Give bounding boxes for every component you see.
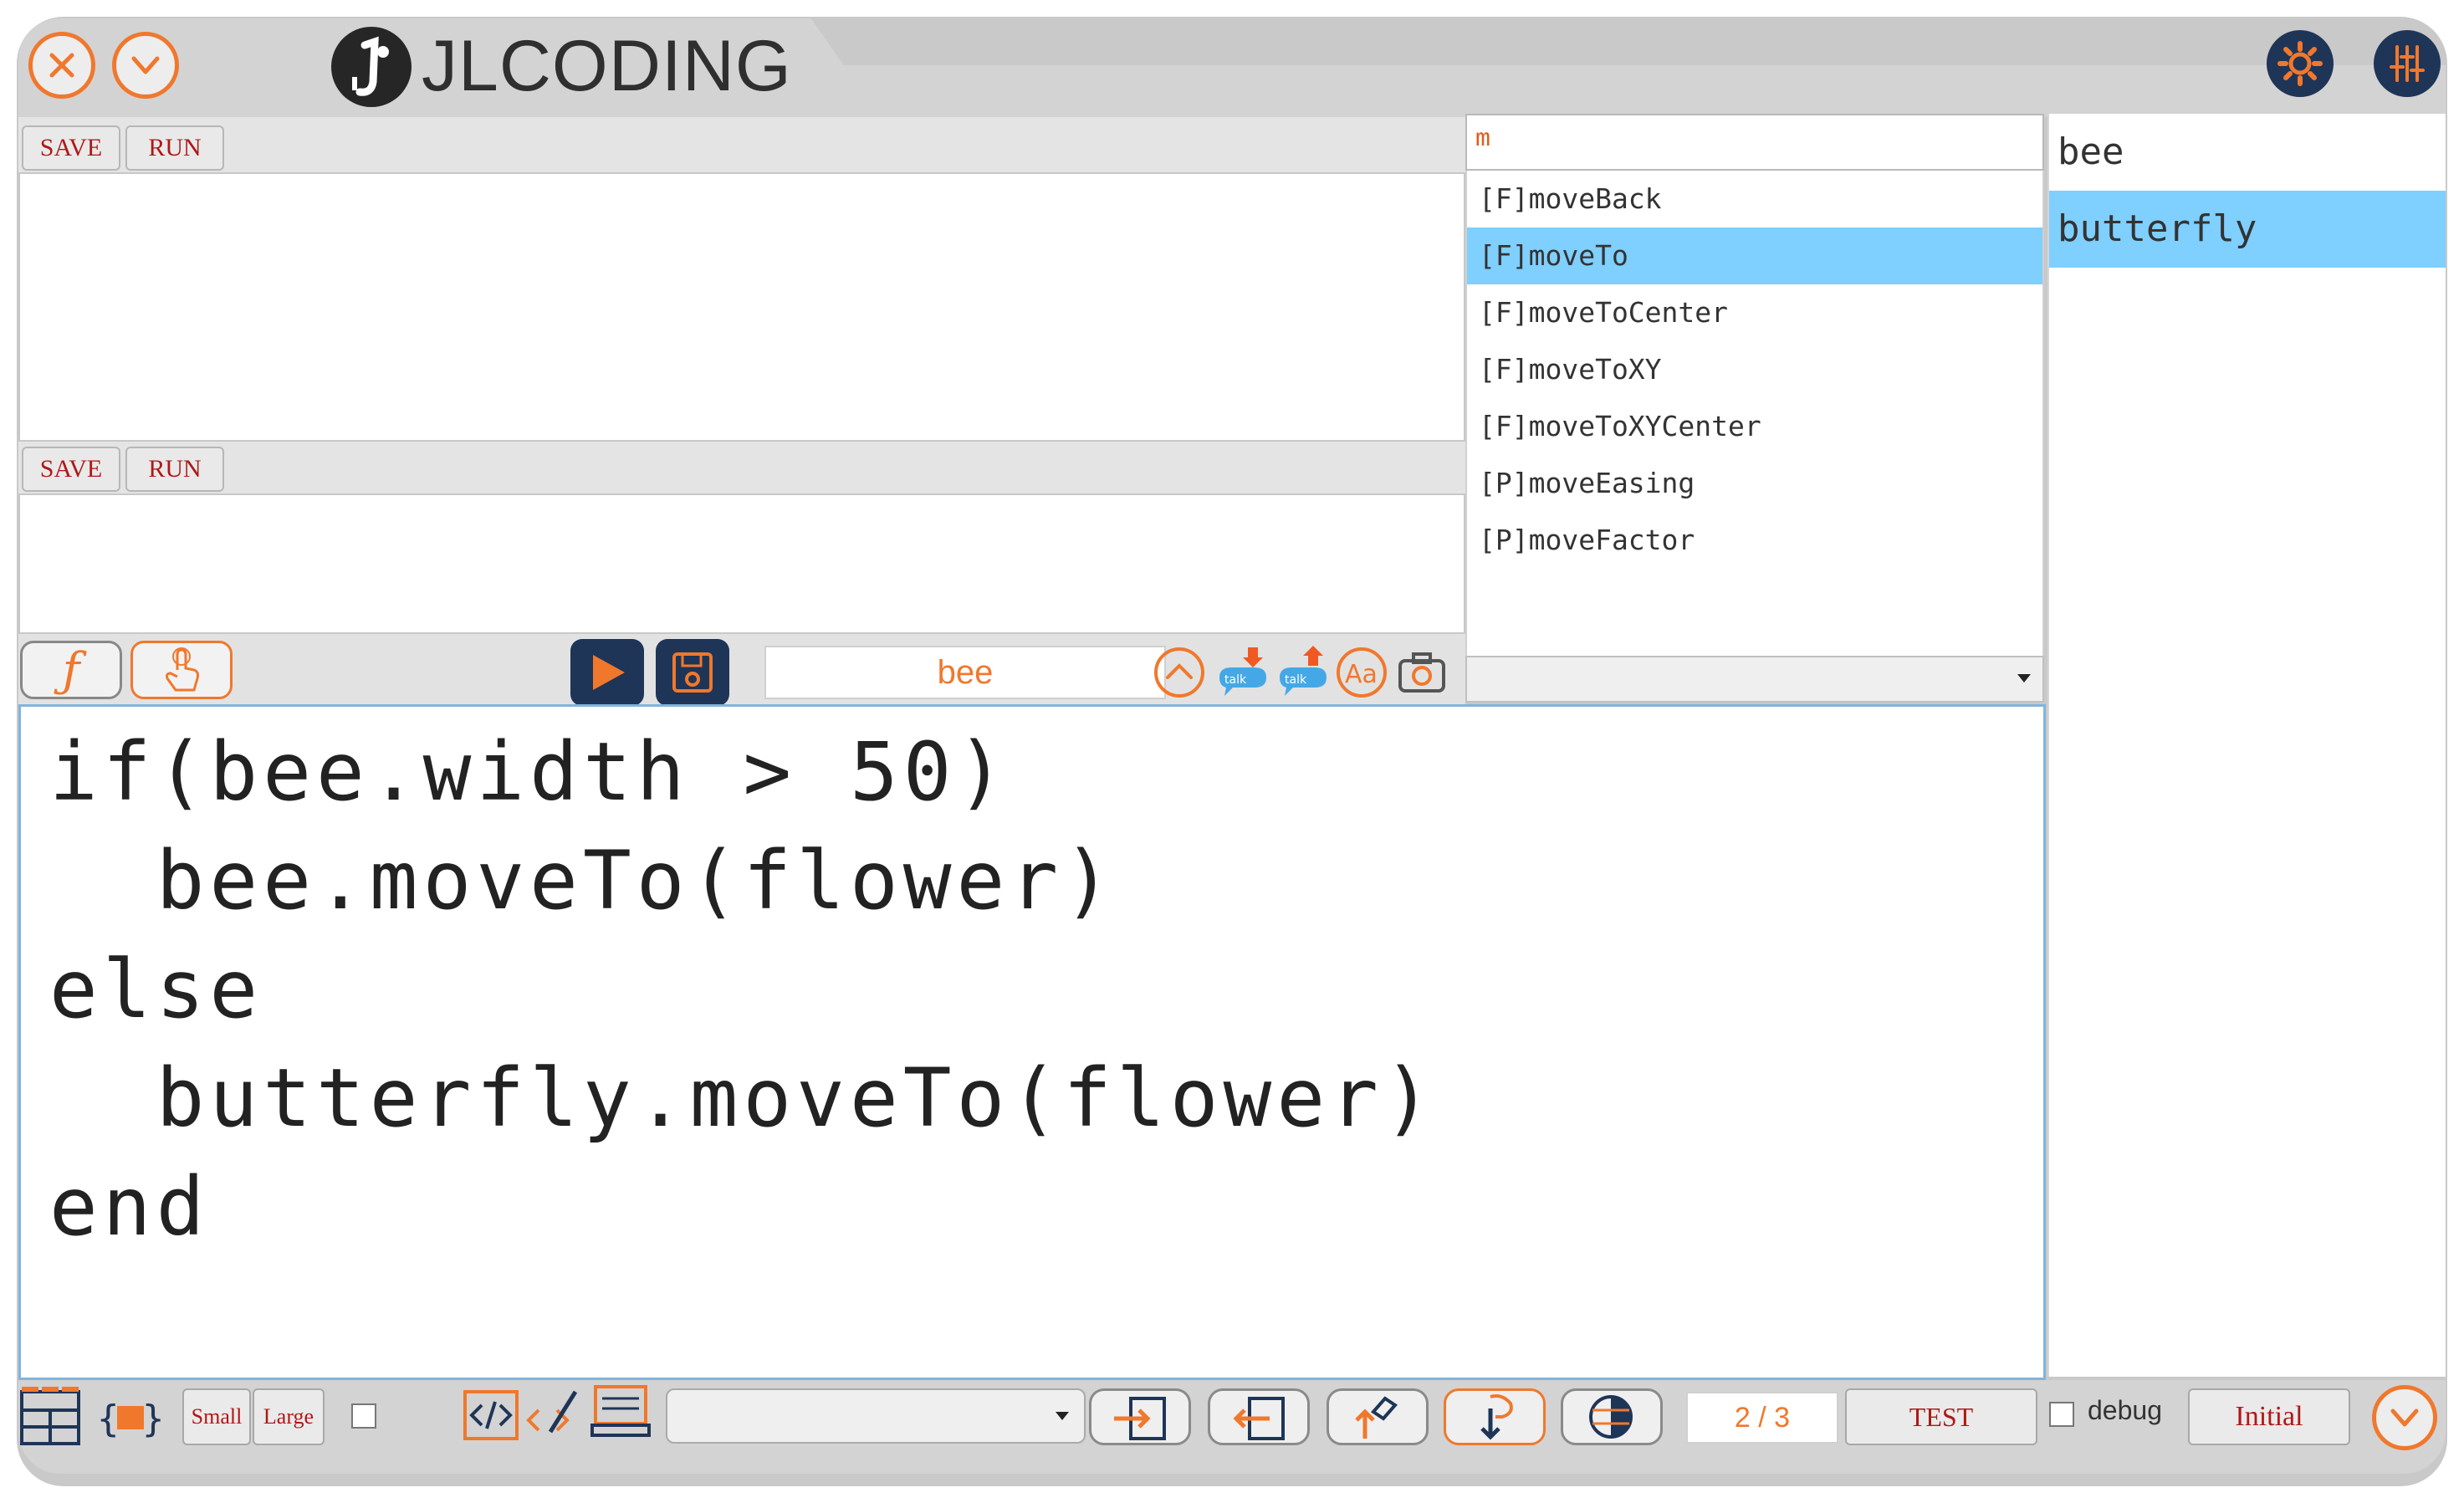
save-icon xyxy=(672,652,713,693)
initial-button[interactable]: Initial xyxy=(2188,1388,2350,1445)
font-icon: Aa xyxy=(1337,647,1387,698)
sliders-icon xyxy=(2390,45,2425,82)
chevron-down-icon xyxy=(131,56,160,74)
talk-label: talk xyxy=(1224,673,1247,687)
debug-label: debug xyxy=(2088,1395,2162,1425)
talk-down-icon: talk xyxy=(1219,647,1266,696)
bottom-select[interactable] xyxy=(666,1388,1086,1444)
dropdown-arrow-icon xyxy=(1056,1412,1069,1420)
code-line: if(bee.width > 50) xyxy=(49,725,1010,819)
layout-button[interactable] xyxy=(18,1385,82,1449)
autocomplete-item[interactable]: [P]moveFactor xyxy=(1467,512,2042,569)
debug-checkbox[interactable] xyxy=(2049,1402,2074,1427)
autocomplete-item[interactable]: [F]moveToXY xyxy=(1467,341,2042,398)
autocomplete-item-selected[interactable]: [F]moveTo xyxy=(1467,227,2042,284)
close-icon xyxy=(49,53,74,78)
screen-button[interactable] xyxy=(589,1382,652,1445)
code-editor[interactable]: if(bee.width > 50) bee.moveTo(flower) el… xyxy=(18,704,2046,1380)
object-item[interactable]: bee xyxy=(2049,114,2446,191)
page-indicator: 2 / 3 xyxy=(1686,1392,1838,1444)
panel-2-editor[interactable] xyxy=(18,493,1465,634)
scroll-up-button[interactable] xyxy=(1153,646,1206,699)
app-title: JLCODING xyxy=(422,26,792,106)
camera-icon xyxy=(1398,652,1445,693)
export-button[interactable] xyxy=(1208,1388,1310,1445)
function-icon: ƒ xyxy=(62,642,80,698)
dropdown-arrow-icon xyxy=(2017,674,2031,682)
code-edit-button[interactable] xyxy=(525,1385,584,1444)
monitor-icon xyxy=(590,1385,651,1437)
object-list: bee butterfly xyxy=(2047,114,2446,1377)
export-icon xyxy=(1233,1397,1285,1440)
talk-label: talk xyxy=(1285,673,1307,687)
font-button[interactable]: Aa xyxy=(1335,646,1388,699)
globe-icon xyxy=(1589,1395,1633,1439)
code-edit-icon xyxy=(526,1390,578,1434)
test-button[interactable]: TEST xyxy=(1845,1388,2037,1445)
talk-down-button[interactable]: talk xyxy=(1216,646,1270,699)
logo-icon xyxy=(352,36,389,96)
chevron-down-icon xyxy=(2390,1408,2419,1427)
object-name-field[interactable]: bee xyxy=(764,646,1166,699)
hand-pointer-icon xyxy=(166,647,199,692)
brace-icon: { } xyxy=(97,1398,164,1440)
gear-icon xyxy=(2277,41,2323,86)
small-font-button[interactable]: Small xyxy=(182,1388,251,1445)
layout-icon xyxy=(20,1387,80,1445)
talk-up-button[interactable]: talk xyxy=(1276,646,1330,699)
theme-button[interactable] xyxy=(1561,1388,1663,1445)
touch-button[interactable] xyxy=(130,641,233,699)
autocomplete-filter-select[interactable] xyxy=(1465,656,2044,703)
play-icon xyxy=(593,655,625,690)
screenshot-button[interactable] xyxy=(1395,646,1449,699)
block-button[interactable]: { } xyxy=(97,1388,164,1447)
panel-1-run-button[interactable]: RUN xyxy=(125,125,224,171)
panel-1-editor[interactable] xyxy=(18,172,1465,442)
font-label: Aa xyxy=(1345,660,1378,689)
panel-1-toolbar xyxy=(18,117,1465,172)
panel-2-toolbar xyxy=(18,442,1465,497)
close-button[interactable] xyxy=(28,32,95,99)
autocomplete-input[interactable]: m xyxy=(1465,114,2044,171)
chevron-up-icon xyxy=(1154,647,1204,698)
upload-icon xyxy=(1355,1396,1398,1439)
collapse-button[interactable] xyxy=(2372,1385,2437,1450)
import-icon xyxy=(1114,1397,1166,1440)
minimize-button[interactable] xyxy=(112,32,179,99)
svg-text:{: { xyxy=(97,1398,120,1440)
panel-2-run-button[interactable]: RUN xyxy=(125,447,224,492)
code-toolbar: ƒ bee talk talk Aa xyxy=(18,634,1465,706)
code-line: bee.moveTo(flower) xyxy=(49,834,1117,928)
large-font-button[interactable]: Large xyxy=(253,1388,325,1445)
settings-button[interactable] xyxy=(2267,30,2334,97)
code-line: butterfly.moveTo(flower) xyxy=(49,1051,1437,1145)
code-line: else xyxy=(49,943,263,1036)
import-button[interactable] xyxy=(1089,1388,1191,1445)
app-logo xyxy=(331,27,412,107)
autocomplete-item[interactable]: [F]moveToXYCenter xyxy=(1467,398,2042,455)
autocomplete-item[interactable]: [P]moveEasing xyxy=(1467,455,2042,512)
play-button[interactable] xyxy=(570,639,644,706)
code-icon xyxy=(463,1390,519,1440)
save-code-button[interactable] xyxy=(656,639,729,706)
function-button[interactable]: ƒ xyxy=(20,641,122,699)
code-line: end xyxy=(49,1160,210,1254)
talk-up-icon: talk xyxy=(1280,646,1327,696)
download-icon xyxy=(1480,1394,1513,1440)
upload-button[interactable] xyxy=(1327,1388,1429,1445)
download-button[interactable] xyxy=(1444,1388,1546,1445)
code-view-button[interactable] xyxy=(462,1385,520,1444)
autocomplete-item[interactable]: [F]moveBack xyxy=(1467,171,2042,227)
svg-text:}: } xyxy=(142,1398,164,1440)
panel-2-save-button[interactable]: SAVE xyxy=(22,447,120,492)
autocomplete-list: [F]moveBack [F]moveTo [F]moveToCenter [F… xyxy=(1465,171,2044,656)
object-item-selected[interactable]: butterfly xyxy=(2049,191,2446,268)
option-checkbox[interactable] xyxy=(351,1403,376,1429)
autocomplete-item[interactable]: [F]moveToCenter xyxy=(1467,284,2042,341)
panel-1-save-button[interactable]: SAVE xyxy=(22,125,120,171)
adjust-button[interactable] xyxy=(2374,30,2441,97)
